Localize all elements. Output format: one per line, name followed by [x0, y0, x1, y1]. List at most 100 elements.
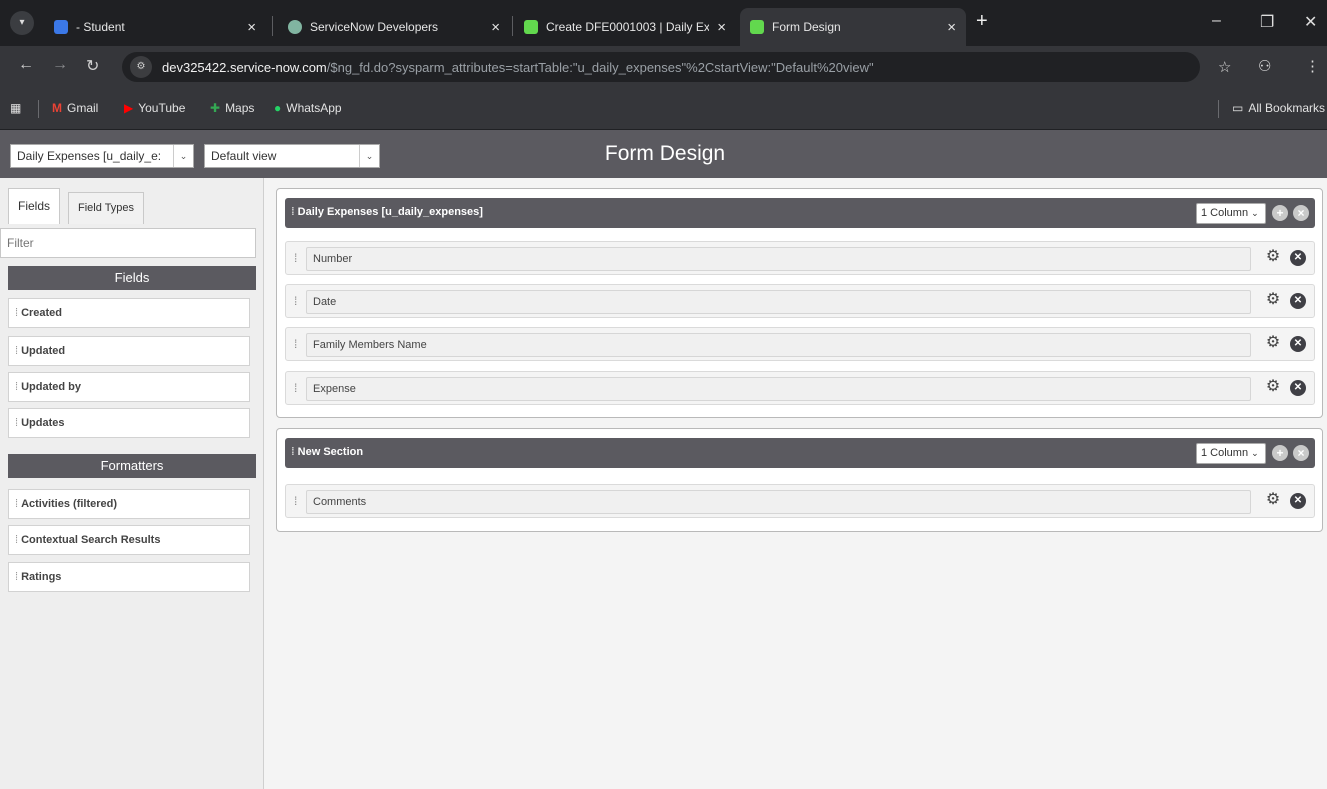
gear-icon[interactable]: ⚙ [1264, 378, 1282, 396]
form-field-date: Date [306, 290, 1251, 314]
address-bar[interactable]: ⚙ dev325422.service-now.com /$ng_fd.do?s… [122, 52, 1200, 82]
drag-handle-icon: ⁞ [294, 251, 298, 265]
chevron-down-icon: ⌄ [1251, 448, 1259, 458]
bookmark-youtube[interactable]: ▶ YouTube [124, 101, 185, 115]
bookmark-star-icon[interactable]: ☆ [1218, 58, 1231, 76]
form-design-header: Daily Expenses [u_daily_e: ⌄ Default vie… [0, 130, 1327, 178]
formatters-heading: Formatters [8, 454, 256, 478]
chevron-down-icon: ⌄ [359, 145, 379, 167]
palette-formatter-activities[interactable]: ⁞ Activities (filtered) [8, 489, 250, 519]
site-info-icon[interactable]: ⚙ [130, 56, 152, 78]
add-section-icon[interactable]: + [1272, 445, 1288, 461]
filter-input[interactable] [0, 228, 256, 258]
maps-icon: ✚ [210, 101, 221, 115]
bookmark-label: Gmail [67, 101, 99, 115]
add-section-icon[interactable]: + [1272, 205, 1288, 221]
drag-handle-icon: ⁞ [15, 571, 19, 583]
palette-item-label: Updates [21, 417, 65, 429]
palette-field-updated[interactable]: ⁞ Updated [8, 336, 250, 366]
browser-menu-icon[interactable]: ⋮ [1305, 57, 1320, 75]
form-field-row[interactable]: ⁞ Expense ⚙ ✕ [285, 371, 1315, 405]
servicenow-favicon-icon [524, 20, 538, 34]
section-header[interactable]: ⁞ Daily Expenses [u_daily_expenses] 1 Col… [285, 198, 1315, 228]
drag-handle-icon: ⁞ [15, 345, 19, 357]
bookmark-maps[interactable]: ✚ Maps [210, 101, 254, 115]
form-field-row[interactable]: ⁞ Date ⚙ ✕ [285, 284, 1315, 318]
gmail-icon: M [52, 101, 62, 115]
delete-field-icon[interactable]: ✕ [1290, 293, 1306, 309]
tab-divider [272, 16, 273, 36]
all-bookmarks-label: All Bookmarks [1248, 101, 1326, 115]
tab-servicenow-developers[interactable]: ServiceNow Developers × [278, 8, 510, 46]
delete-field-icon[interactable]: ✕ [1290, 336, 1306, 352]
bookmark-label: Maps [225, 101, 255, 115]
close-tab-icon[interactable]: × [717, 19, 726, 36]
palette-field-created[interactable]: ⁞ Created [8, 298, 250, 328]
remove-section-icon[interactable]: × [1293, 205, 1309, 221]
restore-icon[interactable]: ❐ [1260, 12, 1274, 32]
view-select[interactable]: Default view ⌄ [204, 144, 380, 168]
delete-field-icon[interactable]: ✕ [1290, 493, 1306, 509]
bookmark-label: YouTube [138, 101, 186, 115]
tab-title: Form Design [772, 20, 841, 34]
palette-formatter-ratings[interactable]: ⁞ Ratings [8, 562, 250, 592]
tab-search-icon[interactable]: ▾ [10, 11, 34, 35]
folder-icon: ▭ [1232, 101, 1244, 115]
tab-form-design[interactable]: Form Design × [740, 8, 966, 46]
gear-icon[interactable]: ⚙ [1264, 248, 1282, 266]
tab-title: - Student [76, 20, 125, 34]
form-field-row[interactable]: ⁞ Number ⚙ ✕ [285, 241, 1315, 275]
close-tab-icon[interactable]: × [491, 19, 500, 36]
all-bookmarks[interactable]: ▭ All Bookmarks [1232, 101, 1325, 115]
extensions-icon[interactable]: ⚇ [1258, 57, 1271, 75]
form-field-row[interactable]: ⁞ Family Members Name ⚙ ✕ [285, 327, 1315, 361]
delete-field-icon[interactable]: ✕ [1290, 250, 1306, 266]
remove-section-icon[interactable]: × [1293, 445, 1309, 461]
bookmark-whatsapp[interactable]: ● WhatsApp [274, 101, 342, 115]
tab-title: Create DFE0001003 | Daily Exp [546, 20, 710, 34]
bookmark-gmail[interactable]: M Gmail [52, 101, 98, 115]
palette-formatter-contextual-search[interactable]: ⁞ Contextual Search Results [8, 525, 250, 555]
close-window-icon[interactable]: ✕ [1304, 12, 1317, 32]
back-arrow-icon[interactable]: ← [18, 56, 34, 74]
drag-handle-icon: ⁞ [15, 417, 19, 429]
servicenow-favicon-icon [288, 20, 302, 34]
bookmark-divider [38, 100, 39, 118]
gear-icon[interactable]: ⚙ [1264, 291, 1282, 309]
section-header[interactable]: ⁞ New Section 1 Column ⌄ + × [285, 438, 1315, 468]
column-layout-select[interactable]: 1 Column ⌄ [1196, 443, 1266, 464]
new-tab-icon[interactable]: + [976, 10, 988, 33]
delete-field-icon[interactable]: ✕ [1290, 380, 1306, 396]
tab-title: ServiceNow Developers [310, 20, 439, 34]
tab-field-types[interactable]: Field Types [68, 192, 145, 224]
palette-item-label: Ratings [21, 571, 62, 583]
gear-icon[interactable]: ⚙ [1264, 334, 1282, 352]
url-path: /$ng_fd.do?sysparm_attributes=startTable… [326, 59, 874, 75]
page-title: Form Design [604, 142, 726, 165]
drag-handle-icon: ⁞ [15, 307, 19, 319]
palette-field-updates[interactable]: ⁞ Updates [8, 408, 250, 438]
gear-icon[interactable]: ⚙ [1264, 491, 1282, 509]
tab-create-record[interactable]: Create DFE0001003 | Daily Exp × [514, 8, 736, 46]
table-select[interactable]: Daily Expenses [u_daily_e: ⌄ [10, 144, 194, 168]
fields-heading: Fields [8, 266, 256, 290]
section-title-text: New Section [297, 446, 364, 458]
form-field-comments: Comments [306, 490, 1251, 514]
drag-handle-icon: ⁞ [294, 494, 298, 508]
browser-tab-strip: ▾ - Student × ServiceNow Developers × Cr… [0, 0, 1327, 46]
close-tab-icon[interactable]: × [947, 19, 956, 36]
tab-fields[interactable]: Fields [8, 188, 61, 224]
drag-handle-icon: ⁞ [291, 206, 295, 218]
drag-handle-icon: ⁞ [294, 337, 298, 351]
close-tab-icon[interactable]: × [247, 19, 256, 36]
forward-arrow-icon[interactable]: → [52, 56, 68, 74]
bookmark-label: WhatsApp [286, 101, 342, 115]
apps-grid-icon[interactable]: ▦ [10, 101, 26, 115]
minimize-icon[interactable]: – [1212, 12, 1221, 30]
form-field-row[interactable]: ⁞ Comments ⚙ ✕ [285, 484, 1315, 518]
reload-icon[interactable]: ↻ [86, 56, 99, 76]
tab-student[interactable]: - Student × [44, 8, 266, 46]
column-layout-select[interactable]: 1 Column ⌄ [1196, 203, 1266, 224]
youtube-icon: ▶ [124, 101, 134, 115]
palette-field-updated-by[interactable]: ⁞ Updated by [8, 372, 250, 402]
